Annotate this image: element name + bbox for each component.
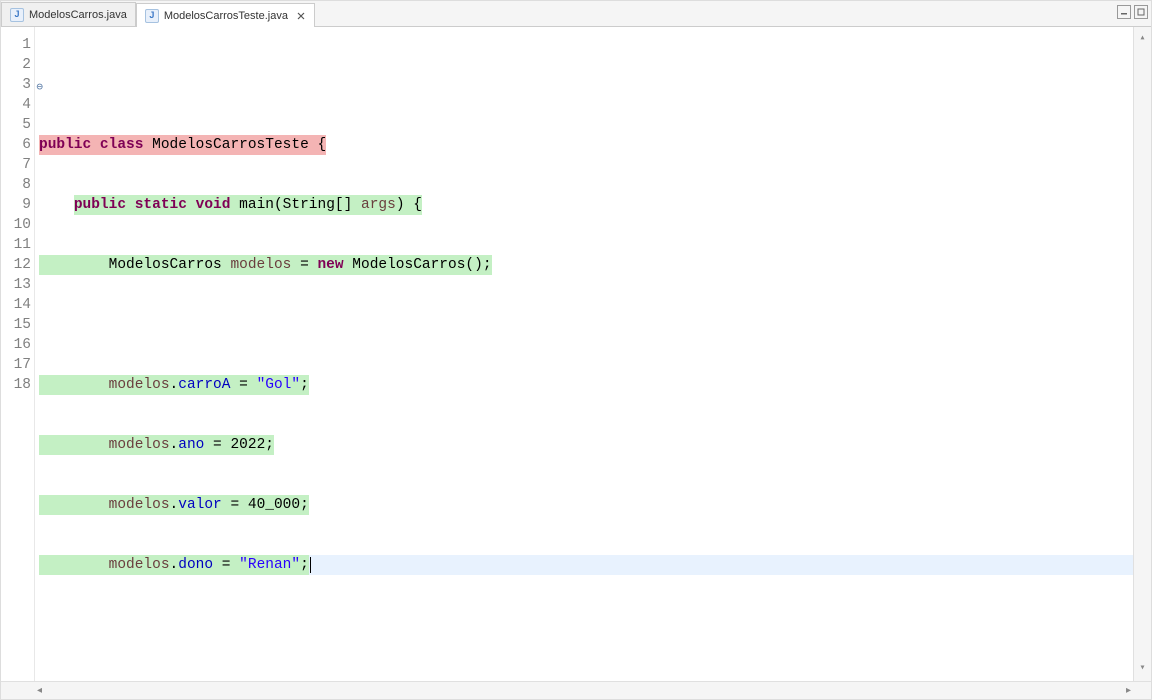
text-cursor [310, 557, 311, 573]
code-line[interactable]: modelos.valor = 40_000; [39, 495, 1133, 515]
line-number: 6 [1, 135, 31, 155]
minimize-icon[interactable] [1117, 5, 1131, 19]
line-number: 13 [1, 275, 31, 295]
code-line[interactable] [39, 675, 1133, 681]
line-number: 15 [1, 315, 31, 335]
line-number: 9 [1, 195, 31, 215]
code-line[interactable] [39, 615, 1133, 635]
code-line[interactable] [39, 75, 1133, 95]
scroll-left-icon[interactable]: ◂ [37, 685, 42, 696]
line-number: 1 [1, 35, 31, 55]
line-number: 5 [1, 115, 31, 135]
horizontal-scrollbar[interactable]: ◂ ▸ [1, 681, 1151, 699]
line-number: 2 [1, 55, 31, 75]
line-number: 7 [1, 155, 31, 175]
window-buttons [1117, 5, 1148, 19]
java-file-icon: J [10, 8, 24, 22]
line-number: 12 [1, 255, 31, 275]
editor[interactable]: 1 2 3⊖ 4 5 6 7 8 9 10 11 12 13 14 15 16 … [1, 27, 1151, 681]
code-line[interactable]: ModelosCarros modelos = new ModelosCarro… [39, 255, 1133, 275]
tab-bar: J ModelosCarros.java J ModelosCarrosTest… [1, 1, 1151, 27]
line-number: 14 [1, 295, 31, 315]
line-number: 16 [1, 335, 31, 355]
maximize-icon[interactable] [1134, 5, 1148, 19]
line-number: 3⊖ [1, 75, 31, 95]
code-line[interactable]: modelos.carroA = "Gol"; [39, 375, 1133, 395]
scroll-up-icon[interactable]: ▴ [1139, 29, 1145, 49]
scroll-right-icon[interactable]: ▸ [1126, 685, 1131, 696]
code-area[interactable]: public class ModelosCarrosTeste { public… [35, 27, 1133, 681]
line-number: 4 [1, 95, 31, 115]
tab-label: ModelosCarrosTeste.java [164, 10, 288, 22]
code-line[interactable]: public class ModelosCarrosTeste { [39, 135, 1133, 155]
code-line-current[interactable]: modelos.dono = "Renan"; [39, 555, 1133, 575]
vertical-scrollbar[interactable]: ▴ ▾ [1133, 27, 1151, 681]
code-line[interactable] [39, 315, 1133, 335]
tab-active[interactable]: J ModelosCarrosTeste.java [136, 3, 315, 27]
tab-inactive[interactable]: J ModelosCarros.java [1, 2, 136, 26]
java-file-icon: J [145, 9, 159, 23]
line-number: 17 [1, 355, 31, 375]
code-line[interactable]: public static void main(String[] args) { [39, 195, 1133, 215]
scroll-down-icon[interactable]: ▾ [1139, 659, 1145, 679]
line-number: 10 [1, 215, 31, 235]
close-icon[interactable] [296, 11, 306, 21]
code-line[interactable]: modelos.ano = 2022; [39, 435, 1133, 455]
line-number: 18 [1, 375, 31, 395]
line-number: 11 [1, 235, 31, 255]
line-gutter: 1 2 3⊖ 4 5 6 7 8 9 10 11 12 13 14 15 16 … [1, 27, 35, 681]
tab-label: ModelosCarros.java [29, 9, 127, 21]
line-number: 8 [1, 175, 31, 195]
